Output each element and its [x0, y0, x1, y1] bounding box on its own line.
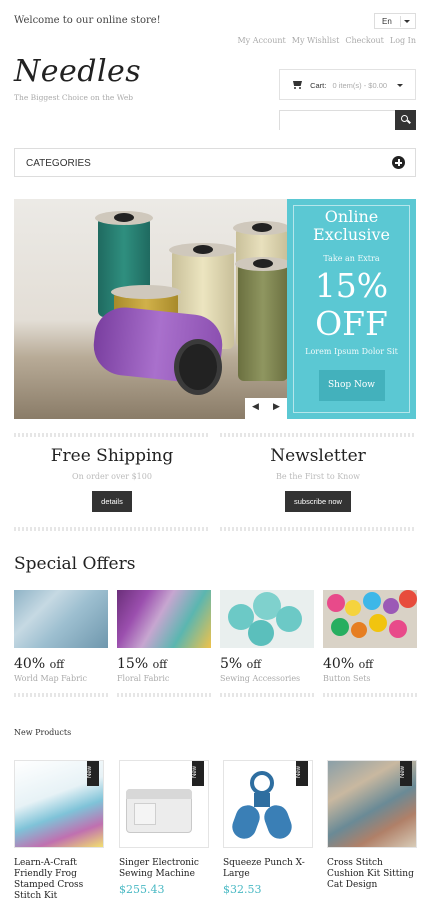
product-price: $32.53 — [223, 883, 262, 896]
offer-label[interactable]: Sewing Accessories — [220, 674, 314, 683]
product-price: $255.43 — [119, 883, 165, 896]
offer-label[interactable]: Floral Fabric — [117, 674, 211, 683]
product-name[interactable]: Squeeze Punch X-Large — [223, 858, 313, 880]
chevron-down-icon — [404, 20, 410, 23]
cart-dropdown[interactable]: Cart: 0 item(s) - $0.00 — [279, 69, 416, 100]
next-arrow-icon[interactable]: ▶ — [266, 398, 287, 419]
welcome-text: Welcome to our online store! — [14, 15, 161, 26]
my-account-link[interactable]: My Account — [237, 36, 285, 45]
cart-icon — [292, 81, 303, 89]
tagline: The Biggest Choice on the Web — [14, 93, 134, 102]
shipping-sub: On order over $100 — [72, 472, 152, 481]
special-offers-title: Special Offers — [14, 554, 136, 574]
offer-card[interactable]: 40% off World Map Fabric — [14, 590, 108, 697]
product-name[interactable]: Singer Electronic Sewing Machine — [119, 858, 209, 880]
logo[interactable]: Needles — [14, 54, 141, 89]
search-button[interactable] — [395, 110, 416, 130]
categories-label: CATEGORIES — [26, 158, 91, 169]
thread-spool-olive — [235, 257, 287, 381]
search-box — [279, 110, 416, 133]
promo-lorem: Lorem Ipsum Dolor Sit — [305, 347, 398, 356]
promo-take: Take an Extra — [323, 254, 380, 263]
offer-percent: 40% — [323, 656, 355, 672]
offer-percent: 15% — [117, 656, 149, 672]
promo-percent: 15% — [314, 266, 389, 305]
product-image[interactable]: New — [223, 760, 313, 848]
product-card[interactable]: New Learn-A-Craft Friendly Frog Stamped … — [14, 760, 104, 900]
newsletter-block: Newsletter Be the First to Know subscrib… — [220, 433, 416, 531]
promo-line1: Online — [324, 207, 379, 226]
subscribe-button[interactable]: subscribe now — [285, 491, 351, 512]
product-card[interactable]: New Cross Stitch Cushion Kit Sitting Cat… — [327, 760, 417, 891]
language-select[interactable]: En — [374, 13, 416, 29]
product-name[interactable]: Cross Stitch Cushion Kit Sitting Cat Des… — [327, 858, 417, 891]
offer-card[interactable]: 5% off Sewing Accessories — [220, 590, 314, 697]
new-badge: New — [192, 761, 204, 786]
offer-image[interactable] — [323, 590, 417, 648]
offer-label[interactable]: Button Sets — [323, 674, 417, 683]
categories-menu[interactable]: CATEGORIES — [14, 148, 416, 177]
plus-icon[interactable] — [392, 156, 405, 169]
newsletter-title: Newsletter — [270, 446, 366, 466]
offer-card[interactable]: 40% off Button Sets — [323, 590, 417, 697]
checkout-link[interactable]: Checkout — [345, 36, 384, 45]
language-value: En — [382, 17, 392, 26]
product-image[interactable]: New — [119, 760, 209, 848]
offer-image[interactable] — [117, 590, 211, 648]
shipping-title: Free Shipping — [50, 446, 174, 466]
new-badge: New — [400, 761, 412, 786]
product-name[interactable]: Learn-A-Craft Friendly Frog Stamped Cros… — [14, 858, 104, 900]
login-link[interactable]: Log In — [390, 36, 416, 45]
chevron-down-icon — [397, 84, 403, 87]
offer-card[interactable]: 15% off Floral Fabric — [117, 590, 211, 697]
offer-label[interactable]: World Map Fabric — [14, 674, 108, 683]
slider-controls: ◀ ▶ — [245, 398, 287, 419]
product-image[interactable]: New — [14, 760, 104, 848]
offer-image[interactable] — [220, 590, 314, 648]
cart-items: 0 item(s) - $0.00 — [332, 81, 388, 90]
new-badge: New — [296, 761, 308, 786]
hero-slide-image — [14, 199, 287, 419]
top-links: My Account My Wishlist Checkout Log In — [237, 36, 416, 45]
new-products-title: New Products — [14, 728, 72, 737]
product-card[interactable]: New Squeeze Punch X-Large $32.53 — [223, 760, 313, 896]
newsletter-sub: Be the First to Know — [276, 472, 360, 481]
offer-percent: 5% — [220, 656, 243, 672]
free-shipping-block: Free Shipping On order over $100 details — [14, 433, 210, 531]
promo-banner: Online Exclusive Take an Extra 15% OFF L… — [287, 199, 416, 419]
spool-end — [174, 339, 222, 395]
prev-arrow-icon[interactable]: ◀ — [245, 398, 266, 419]
my-wishlist-link[interactable]: My Wishlist — [292, 36, 340, 45]
cart-label: Cart: — [310, 81, 327, 90]
shop-now-button[interactable]: Shop Now — [318, 370, 385, 401]
promo-off: OFF — [315, 304, 388, 343]
offer-image[interactable] — [14, 590, 108, 648]
search-input[interactable] — [280, 114, 397, 133]
new-badge: New — [87, 761, 99, 786]
product-image[interactable]: New — [327, 760, 417, 848]
product-card[interactable]: New Singer Electronic Sewing Machine $25… — [119, 760, 209, 896]
divider — [400, 16, 401, 27]
details-button[interactable]: details — [92, 491, 132, 512]
offer-percent: 40% — [14, 656, 46, 672]
promo-line2: Exclusive — [313, 225, 390, 244]
